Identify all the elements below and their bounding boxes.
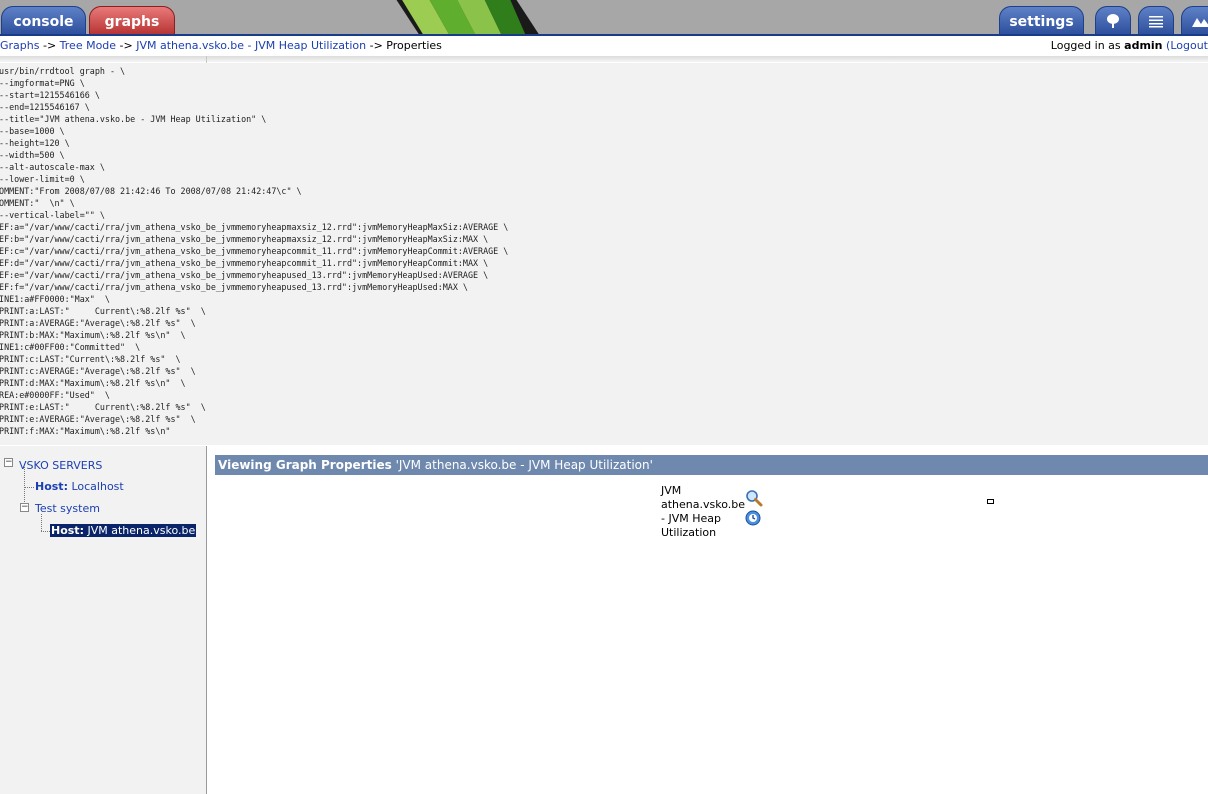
host-name: JVM athena.vsko.be xyxy=(87,524,196,537)
graph-properties-icon[interactable] xyxy=(745,510,761,526)
host-prefix: Host: xyxy=(51,524,84,537)
preview-view-tab[interactable] xyxy=(1181,6,1208,34)
tab-settings[interactable]: settings xyxy=(999,6,1084,34)
tree-root-label: VSKO SERVERS xyxy=(19,459,103,472)
host-prefix: Host: xyxy=(35,480,68,493)
cacti-logo xyxy=(396,0,540,36)
tree-view-icon xyxy=(1107,14,1119,28)
host-name: Localhost xyxy=(71,480,124,493)
header-title: Viewing Graph Properties xyxy=(218,458,392,472)
list-view-tab[interactable] xyxy=(1138,6,1174,34)
collapse-toggle[interactable]: − xyxy=(20,503,29,512)
logout-link[interactable]: (Logout xyxy=(1166,39,1208,52)
graph-image-placeholder[interactable] xyxy=(987,499,994,504)
breadcrumb-tree-mode[interactable]: Tree Mode xyxy=(60,39,116,52)
tree-node-test-system[interactable]: Test system xyxy=(35,502,100,515)
zoom-icon[interactable] xyxy=(745,489,763,507)
tree-node-host-localhost[interactable]: Host: Localhost xyxy=(35,480,124,493)
list-view-icon xyxy=(1149,16,1163,28)
login-user: admin xyxy=(1124,39,1163,52)
breadcrumb-current: Properties xyxy=(386,39,442,52)
graph-tree-pane: − VSKO SERVERS Host: Localhost − Test sy… xyxy=(0,446,207,794)
login-prefix: Logged in as xyxy=(1050,39,1125,52)
tree-node-root[interactable]: VSKO SERVERS xyxy=(19,459,102,472)
top-bar-divider xyxy=(0,34,1208,36)
rrdtool-command-text: /usr/bin/rrdtool graph - \ --imgformat=P… xyxy=(0,66,509,436)
header-shadow xyxy=(0,56,1208,62)
graph-title: JVM athena.vsko.be - JVM Heap Utilizatio… xyxy=(661,484,746,539)
breadcrumb-separator: -> xyxy=(116,39,137,52)
tree-connector xyxy=(24,487,34,488)
breadcrumb-bar: Graphs -> Tree Mode -> JVM athena.vsko.b… xyxy=(0,38,1208,56)
tree-view-tab[interactable] xyxy=(1095,6,1131,34)
tab-graphs[interactable]: graphs xyxy=(89,6,175,34)
breadcrumb: Graphs -> Tree Mode -> JVM athena.vsko.b… xyxy=(0,38,442,54)
graph-properties-header: Viewing Graph Properties 'JVM athena.vsk… xyxy=(215,455,1208,475)
header-graph-name: 'JVM athena.vsko.be - JVM Heap Utilizati… xyxy=(391,458,653,472)
collapse-toggle[interactable]: − xyxy=(4,458,13,467)
selected-tree-item: Host: JVM athena.vsko.be xyxy=(50,524,197,537)
rrdtool-command-panel: /usr/bin/rrdtool graph - \ --imgformat=P… xyxy=(0,63,1208,445)
tab-console[interactable]: console xyxy=(1,6,86,34)
group-label: Test system xyxy=(35,502,100,515)
login-status: Logged in as admin (Logout xyxy=(1051,38,1208,54)
breadcrumb-graphs[interactable]: Graphs xyxy=(0,39,39,52)
breadcrumb-graph[interactable]: JVM athena.vsko.be - JVM Heap Utilizatio… xyxy=(136,39,366,52)
tree-connector xyxy=(41,514,42,531)
breadcrumb-separator: -> xyxy=(366,39,387,52)
breadcrumb-separator: -> xyxy=(39,39,60,52)
preview-icon xyxy=(1192,18,1208,27)
tree-connector xyxy=(41,531,50,532)
tree-node-host-jvm-athena[interactable]: Host: JVM athena.vsko.be xyxy=(50,524,197,537)
top-nav-bar: console graphs settings xyxy=(0,0,1208,36)
